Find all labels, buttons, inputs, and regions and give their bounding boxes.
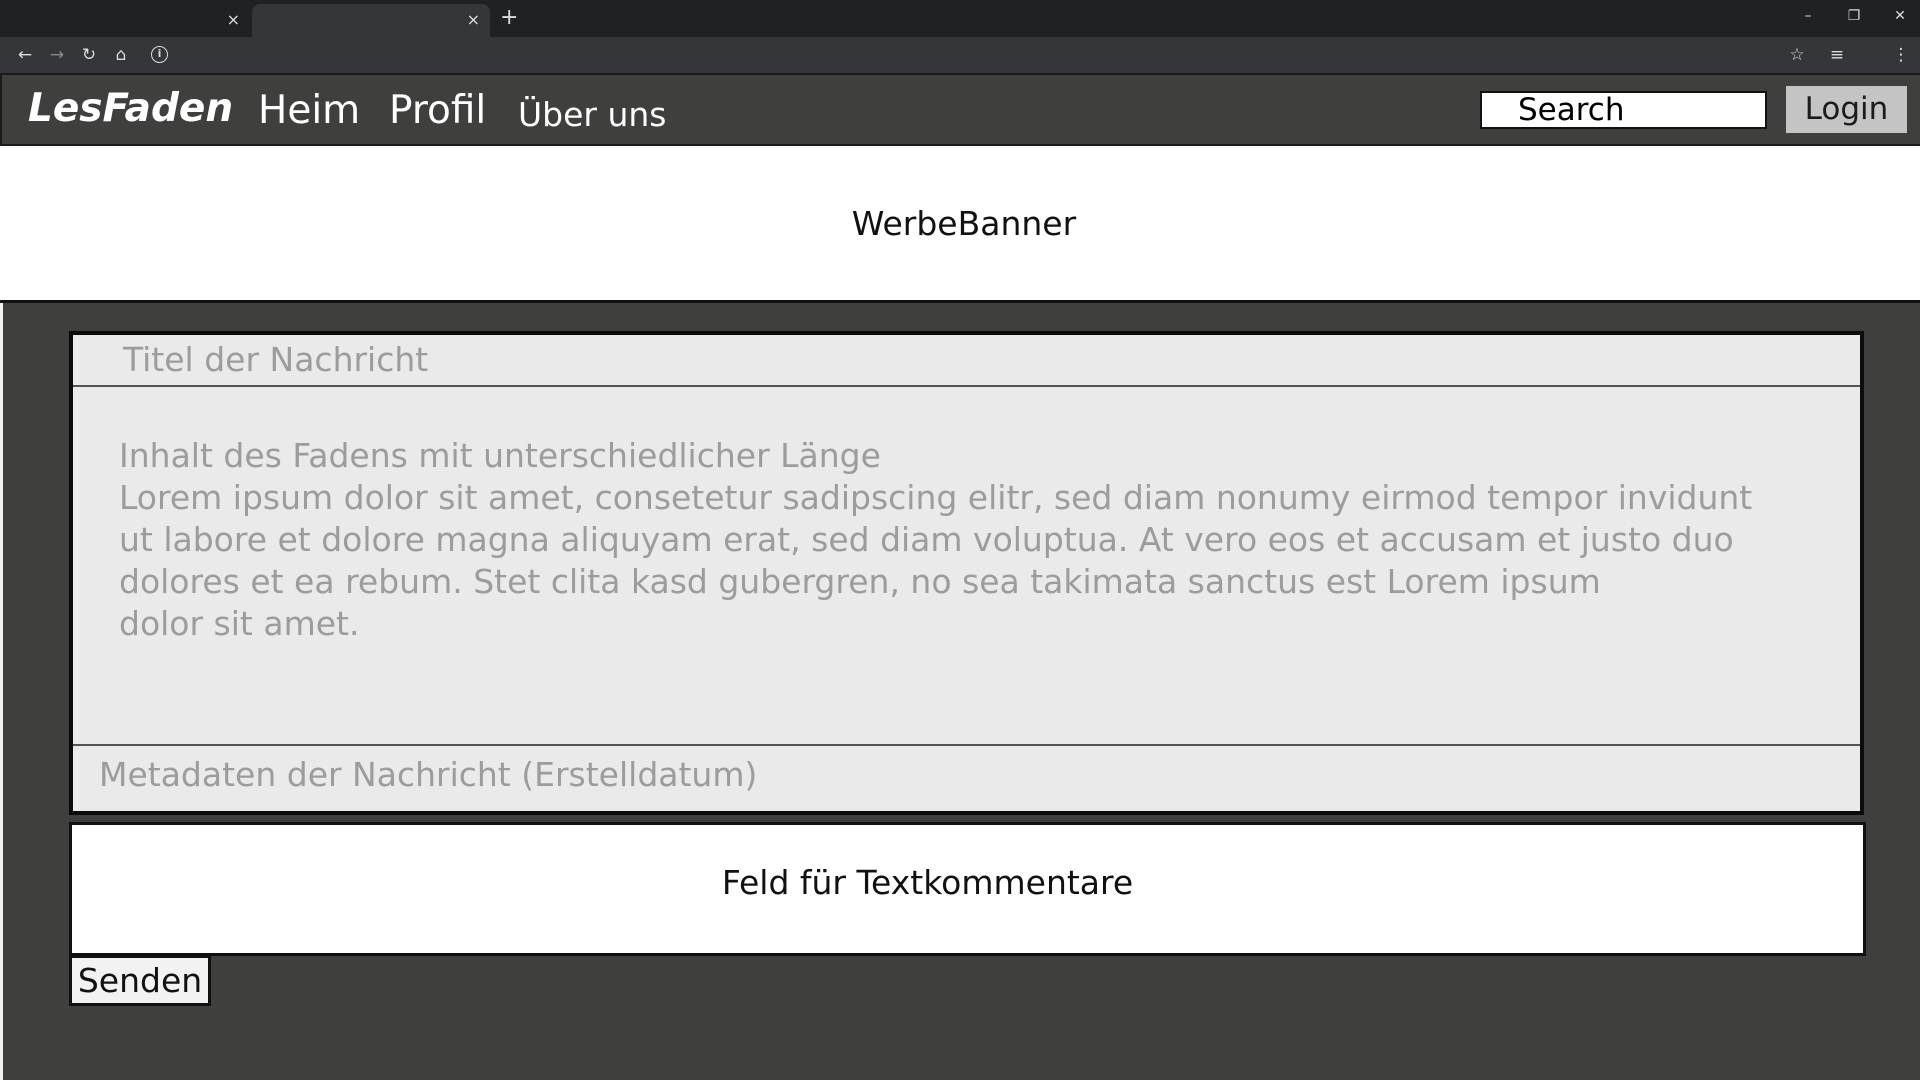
post-metadata: Metadaten der Nachricht (Erstelldatum) bbox=[73, 744, 1860, 815]
nav-link-about[interactable]: Über uns bbox=[518, 91, 666, 139]
comment-textarea[interactable]: Feld für Textkommentare bbox=[69, 822, 1866, 956]
window-left-edge bbox=[0, 303, 3, 1080]
ad-banner-text: WerbeBanner bbox=[851, 204, 1077, 243]
back-icon[interactable]: ← bbox=[12, 43, 38, 67]
post-body: Inhalt des Fadens mit unterschiedlicher … bbox=[119, 435, 1759, 645]
browser-toolbar: ← → ↻ ⌂ i ☆ ≡ ⋮ bbox=[0, 37, 1920, 73]
tab-close-icon[interactable]: × bbox=[467, 10, 480, 30]
site-info-icon[interactable]: i bbox=[151, 46, 168, 63]
reading-list-icon[interactable]: ≡ bbox=[1824, 43, 1850, 67]
post-body-line: dolores et ea rebum. Stet clita kasd gub… bbox=[119, 562, 1601, 601]
site-logo[interactable]: LesFaden bbox=[28, 85, 233, 133]
minimize-icon[interactable]: – bbox=[1788, 4, 1828, 28]
browser-tab-1[interactable]: × bbox=[0, 4, 250, 37]
post-body-line: Lorem ipsum dolor sit amet, consetetur s… bbox=[119, 478, 1753, 517]
post-title: Titel der Nachricht bbox=[73, 335, 1860, 387]
home-icon[interactable]: ⌂ bbox=[108, 43, 134, 67]
browser-menu-icon[interactable]: ⋮ bbox=[1888, 43, 1914, 67]
nav-link-home[interactable]: Heim bbox=[258, 87, 360, 135]
search-input[interactable]: Search bbox=[1480, 91, 1767, 129]
new-tab-icon[interactable]: + bbox=[500, 5, 518, 31]
login-button[interactable]: Login bbox=[1786, 86, 1907, 133]
comment-placeholder: Feld für Textkommentare bbox=[721, 863, 1134, 902]
reload-icon[interactable]: ↻ bbox=[76, 43, 102, 67]
browser-tab-2[interactable]: × bbox=[252, 4, 490, 37]
restore-icon[interactable]: ❐ bbox=[1834, 4, 1874, 28]
window-close-icon[interactable]: ✕ bbox=[1880, 4, 1920, 28]
post-body-line: ut labore et dolore magna aliquyam erat,… bbox=[119, 520, 1734, 559]
post-body-line: dolor sit amet. bbox=[119, 604, 360, 643]
nav-link-profile[interactable]: Profil bbox=[389, 87, 486, 135]
site-navbar: LesFaden Heim Profil Über uns Search Log… bbox=[0, 73, 1920, 146]
send-button[interactable]: Senden bbox=[69, 955, 211, 1006]
star-icon[interactable]: ☆ bbox=[1784, 43, 1810, 67]
forward-icon[interactable]: → bbox=[44, 43, 70, 67]
post-body-line: Inhalt des Fadens mit unterschiedlicher … bbox=[119, 436, 881, 475]
tab-close-icon[interactable]: × bbox=[227, 10, 240, 30]
browser-tabstrip: × × + – ❐ ✕ bbox=[0, 0, 1920, 37]
thread-post-card: Titel der Nachricht Inhalt des Fadens mi… bbox=[69, 331, 1864, 815]
ad-banner: WerbeBanner bbox=[0, 146, 1920, 303]
